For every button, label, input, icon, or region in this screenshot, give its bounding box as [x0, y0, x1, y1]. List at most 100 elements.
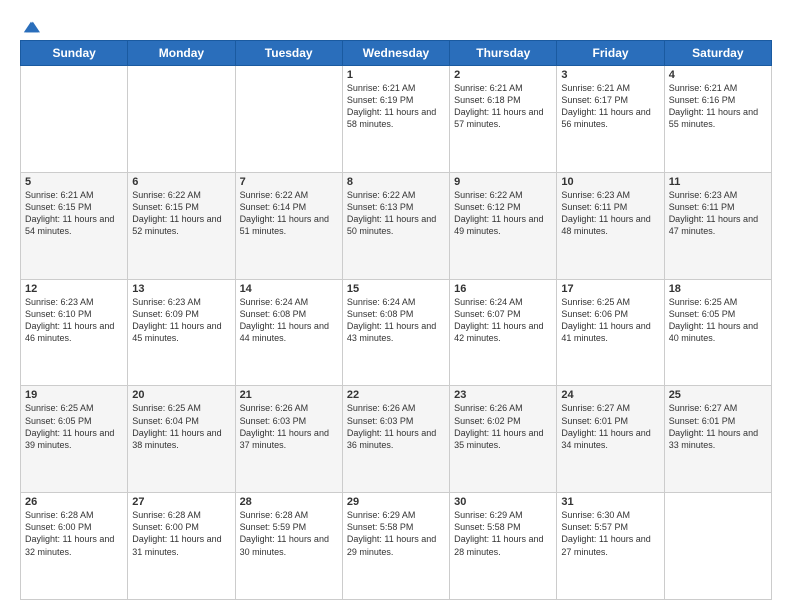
- calendar-cell: 15Sunrise: 6:24 AMSunset: 6:08 PMDayligh…: [342, 279, 449, 386]
- day-info: Sunrise: 6:21 AMSunset: 6:18 PMDaylight:…: [454, 82, 552, 131]
- day-number: 6: [132, 176, 230, 188]
- day-number: 3: [561, 69, 659, 81]
- calendar-cell: [128, 66, 235, 173]
- day-info: Sunrise: 6:26 AMSunset: 6:02 PMDaylight:…: [454, 402, 552, 451]
- day-number: 4: [669, 69, 767, 81]
- header-row: SundayMondayTuesdayWednesdayThursdayFrid…: [21, 41, 772, 66]
- day-number: 27: [132, 496, 230, 508]
- calendar-cell: 7Sunrise: 6:22 AMSunset: 6:14 PMDaylight…: [235, 172, 342, 279]
- header: [20, 18, 772, 32]
- day-number: 31: [561, 496, 659, 508]
- day-header-monday: Monday: [128, 41, 235, 66]
- calendar-cell: 11Sunrise: 6:23 AMSunset: 6:11 PMDayligh…: [664, 172, 771, 279]
- day-info: Sunrise: 6:30 AMSunset: 5:57 PMDaylight:…: [561, 509, 659, 558]
- day-number: 25: [669, 389, 767, 401]
- day-info: Sunrise: 6:28 AMSunset: 5:59 PMDaylight:…: [240, 509, 338, 558]
- logo: [20, 18, 40, 32]
- day-number: 24: [561, 389, 659, 401]
- day-info: Sunrise: 6:21 AMSunset: 6:15 PMDaylight:…: [25, 189, 123, 238]
- day-number: 19: [25, 389, 123, 401]
- calendar-cell: 21Sunrise: 6:26 AMSunset: 6:03 PMDayligh…: [235, 386, 342, 493]
- day-number: 1: [347, 69, 445, 81]
- day-info: Sunrise: 6:23 AMSunset: 6:11 PMDaylight:…: [561, 189, 659, 238]
- calendar-cell: 1Sunrise: 6:21 AMSunset: 6:19 PMDaylight…: [342, 66, 449, 173]
- day-header-tuesday: Tuesday: [235, 41, 342, 66]
- day-info: Sunrise: 6:25 AMSunset: 6:06 PMDaylight:…: [561, 296, 659, 345]
- day-info: Sunrise: 6:29 AMSunset: 5:58 PMDaylight:…: [347, 509, 445, 558]
- day-info: Sunrise: 6:22 AMSunset: 6:15 PMDaylight:…: [132, 189, 230, 238]
- day-info: Sunrise: 6:21 AMSunset: 6:16 PMDaylight:…: [669, 82, 767, 131]
- week-row-1: 1Sunrise: 6:21 AMSunset: 6:19 PMDaylight…: [21, 66, 772, 173]
- day-info: Sunrise: 6:25 AMSunset: 6:05 PMDaylight:…: [669, 296, 767, 345]
- day-info: Sunrise: 6:23 AMSunset: 6:11 PMDaylight:…: [669, 189, 767, 238]
- day-info: Sunrise: 6:25 AMSunset: 6:04 PMDaylight:…: [132, 402, 230, 451]
- day-info: Sunrise: 6:23 AMSunset: 6:10 PMDaylight:…: [25, 296, 123, 345]
- calendar-cell: 26Sunrise: 6:28 AMSunset: 6:00 PMDayligh…: [21, 493, 128, 600]
- day-info: Sunrise: 6:22 AMSunset: 6:14 PMDaylight:…: [240, 189, 338, 238]
- calendar-cell: 4Sunrise: 6:21 AMSunset: 6:16 PMDaylight…: [664, 66, 771, 173]
- day-number: 17: [561, 283, 659, 295]
- day-info: Sunrise: 6:25 AMSunset: 6:05 PMDaylight:…: [25, 402, 123, 451]
- day-info: Sunrise: 6:27 AMSunset: 6:01 PMDaylight:…: [561, 402, 659, 451]
- calendar-cell: 16Sunrise: 6:24 AMSunset: 6:07 PMDayligh…: [450, 279, 557, 386]
- week-row-3: 12Sunrise: 6:23 AMSunset: 6:10 PMDayligh…: [21, 279, 772, 386]
- week-row-4: 19Sunrise: 6:25 AMSunset: 6:05 PMDayligh…: [21, 386, 772, 493]
- calendar-cell: [21, 66, 128, 173]
- calendar-cell: 31Sunrise: 6:30 AMSunset: 5:57 PMDayligh…: [557, 493, 664, 600]
- calendar-cell: 28Sunrise: 6:28 AMSunset: 5:59 PMDayligh…: [235, 493, 342, 600]
- day-header-wednesday: Wednesday: [342, 41, 449, 66]
- calendar: SundayMondayTuesdayWednesdayThursdayFrid…: [20, 40, 772, 600]
- calendar-cell: 8Sunrise: 6:22 AMSunset: 6:13 PMDaylight…: [342, 172, 449, 279]
- day-header-sunday: Sunday: [21, 41, 128, 66]
- day-number: 22: [347, 389, 445, 401]
- calendar-cell: [664, 493, 771, 600]
- week-row-5: 26Sunrise: 6:28 AMSunset: 6:00 PMDayligh…: [21, 493, 772, 600]
- day-info: Sunrise: 6:24 AMSunset: 6:07 PMDaylight:…: [454, 296, 552, 345]
- calendar-cell: 6Sunrise: 6:22 AMSunset: 6:15 PMDaylight…: [128, 172, 235, 279]
- day-number: 8: [347, 176, 445, 188]
- day-info: Sunrise: 6:26 AMSunset: 6:03 PMDaylight:…: [240, 402, 338, 451]
- day-number: 13: [132, 283, 230, 295]
- day-number: 9: [454, 176, 552, 188]
- logo-icon: [22, 18, 40, 36]
- day-info: Sunrise: 6:28 AMSunset: 6:00 PMDaylight:…: [25, 509, 123, 558]
- day-number: 16: [454, 283, 552, 295]
- day-info: Sunrise: 6:22 AMSunset: 6:13 PMDaylight:…: [347, 189, 445, 238]
- day-info: Sunrise: 6:21 AMSunset: 6:17 PMDaylight:…: [561, 82, 659, 131]
- calendar-cell: 23Sunrise: 6:26 AMSunset: 6:02 PMDayligh…: [450, 386, 557, 493]
- day-number: 29: [347, 496, 445, 508]
- calendar-cell: 3Sunrise: 6:21 AMSunset: 6:17 PMDaylight…: [557, 66, 664, 173]
- calendar-cell: 9Sunrise: 6:22 AMSunset: 6:12 PMDaylight…: [450, 172, 557, 279]
- calendar-cell: 29Sunrise: 6:29 AMSunset: 5:58 PMDayligh…: [342, 493, 449, 600]
- day-number: 21: [240, 389, 338, 401]
- day-number: 15: [347, 283, 445, 295]
- calendar-cell: 27Sunrise: 6:28 AMSunset: 6:00 PMDayligh…: [128, 493, 235, 600]
- calendar-cell: 10Sunrise: 6:23 AMSunset: 6:11 PMDayligh…: [557, 172, 664, 279]
- day-number: 14: [240, 283, 338, 295]
- calendar-cell: 2Sunrise: 6:21 AMSunset: 6:18 PMDaylight…: [450, 66, 557, 173]
- day-header-saturday: Saturday: [664, 41, 771, 66]
- day-info: Sunrise: 6:24 AMSunset: 6:08 PMDaylight:…: [347, 296, 445, 345]
- day-number: 28: [240, 496, 338, 508]
- calendar-cell: 14Sunrise: 6:24 AMSunset: 6:08 PMDayligh…: [235, 279, 342, 386]
- day-number: 5: [25, 176, 123, 188]
- calendar-cell: 25Sunrise: 6:27 AMSunset: 6:01 PMDayligh…: [664, 386, 771, 493]
- day-number: 20: [132, 389, 230, 401]
- day-info: Sunrise: 6:23 AMSunset: 6:09 PMDaylight:…: [132, 296, 230, 345]
- day-info: Sunrise: 6:21 AMSunset: 6:19 PMDaylight:…: [347, 82, 445, 131]
- day-header-friday: Friday: [557, 41, 664, 66]
- calendar-cell: 12Sunrise: 6:23 AMSunset: 6:10 PMDayligh…: [21, 279, 128, 386]
- day-number: 7: [240, 176, 338, 188]
- calendar-cell: 5Sunrise: 6:21 AMSunset: 6:15 PMDaylight…: [21, 172, 128, 279]
- day-number: 26: [25, 496, 123, 508]
- calendar-cell: 24Sunrise: 6:27 AMSunset: 6:01 PMDayligh…: [557, 386, 664, 493]
- day-info: Sunrise: 6:22 AMSunset: 6:12 PMDaylight:…: [454, 189, 552, 238]
- day-number: 12: [25, 283, 123, 295]
- day-number: 30: [454, 496, 552, 508]
- day-info: Sunrise: 6:28 AMSunset: 6:00 PMDaylight:…: [132, 509, 230, 558]
- week-row-2: 5Sunrise: 6:21 AMSunset: 6:15 PMDaylight…: [21, 172, 772, 279]
- day-number: 11: [669, 176, 767, 188]
- calendar-cell: 13Sunrise: 6:23 AMSunset: 6:09 PMDayligh…: [128, 279, 235, 386]
- calendar-cell: 19Sunrise: 6:25 AMSunset: 6:05 PMDayligh…: [21, 386, 128, 493]
- day-header-thursday: Thursday: [450, 41, 557, 66]
